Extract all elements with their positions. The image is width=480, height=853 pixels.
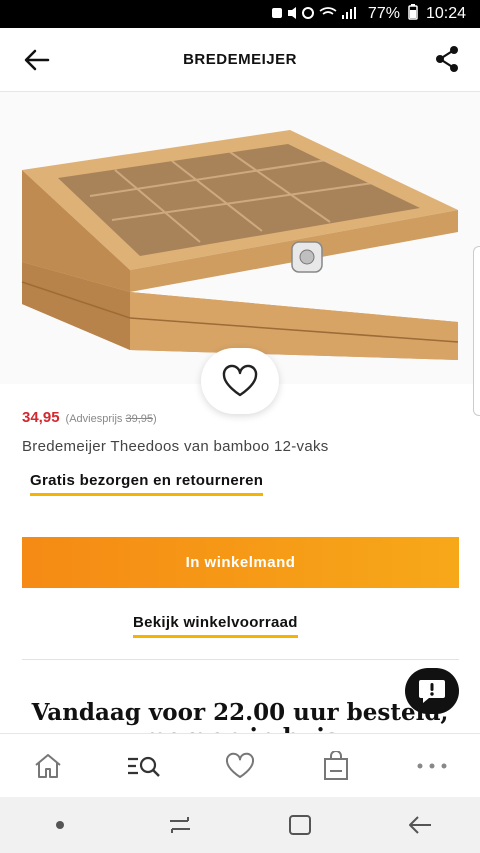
recent-apps-icon [170,817,190,833]
system-navigation-bar [0,797,480,853]
product-image[interactable] [0,92,480,384]
image-scroll-indicator[interactable] [473,246,480,416]
nav-home[interactable] [18,746,78,786]
app-header: BREDEMEIJER [0,28,480,92]
share-icon [436,46,458,72]
price: 34,95 [22,409,60,426]
back-arrow-icon [409,816,431,834]
dot-icon [56,821,64,829]
advies-price: 39,95 [125,413,153,425]
square-home-icon [289,815,311,835]
home-system-button[interactable] [280,805,320,845]
store-stock-link[interactable]: Bekijk winkelvoorraad [133,614,298,638]
advies-suffix: ) [153,413,157,425]
home-icon [35,754,61,778]
add-to-cart-button[interactable]: In winkelmand [22,537,459,588]
status-icons [270,6,360,23]
nav-cart[interactable] [306,746,366,786]
nav-favorites[interactable] [210,746,270,786]
status-icons-svg [271,6,356,19]
back-system-button[interactable] [400,805,440,845]
heart-icon [225,752,255,778]
clock: 10:24 [425,5,466,22]
nav-search[interactable] [114,746,174,786]
chat-icon [419,680,445,703]
shopping-bag-icon [324,751,348,780]
heart-icon [222,364,258,397]
battery-icon [408,3,418,25]
arrow-left-icon [24,49,50,71]
tea-box-illustration [21,130,459,360]
system-dot-button[interactable] [40,805,80,845]
free-shipping-link[interactable]: Gratis bezorgen en retourneren [30,472,264,496]
battery-percent: 77% [367,5,400,22]
divider [22,659,459,660]
product-title: Bredemeijer Theedoos van bamboo 12-vaks [22,438,329,455]
chat-button[interactable] [405,668,459,714]
promo-line-2: morgen in huis [0,725,480,733]
nav-more[interactable] [402,746,462,786]
back-button[interactable] [22,46,52,74]
recommended-price: (Adviesprijs 39,95) [66,413,157,425]
advies-prefix: (Adviesprijs [65,413,123,425]
bottom-navigation [0,733,480,798]
more-icon [417,763,447,769]
share-button[interactable] [432,44,462,74]
delivery-promo: Vandaag voor 22.00 uur besteld, morgen i… [0,700,480,733]
page-title: BREDEMEIJER [183,51,297,68]
favorite-button[interactable] [201,348,279,414]
search-menu-icon [128,756,160,777]
recent-apps-button[interactable] [160,805,200,845]
status-bar: 77% 10:24 [0,0,480,28]
price-row: 34,95 (Adviesprijs 39,95) [22,409,157,426]
